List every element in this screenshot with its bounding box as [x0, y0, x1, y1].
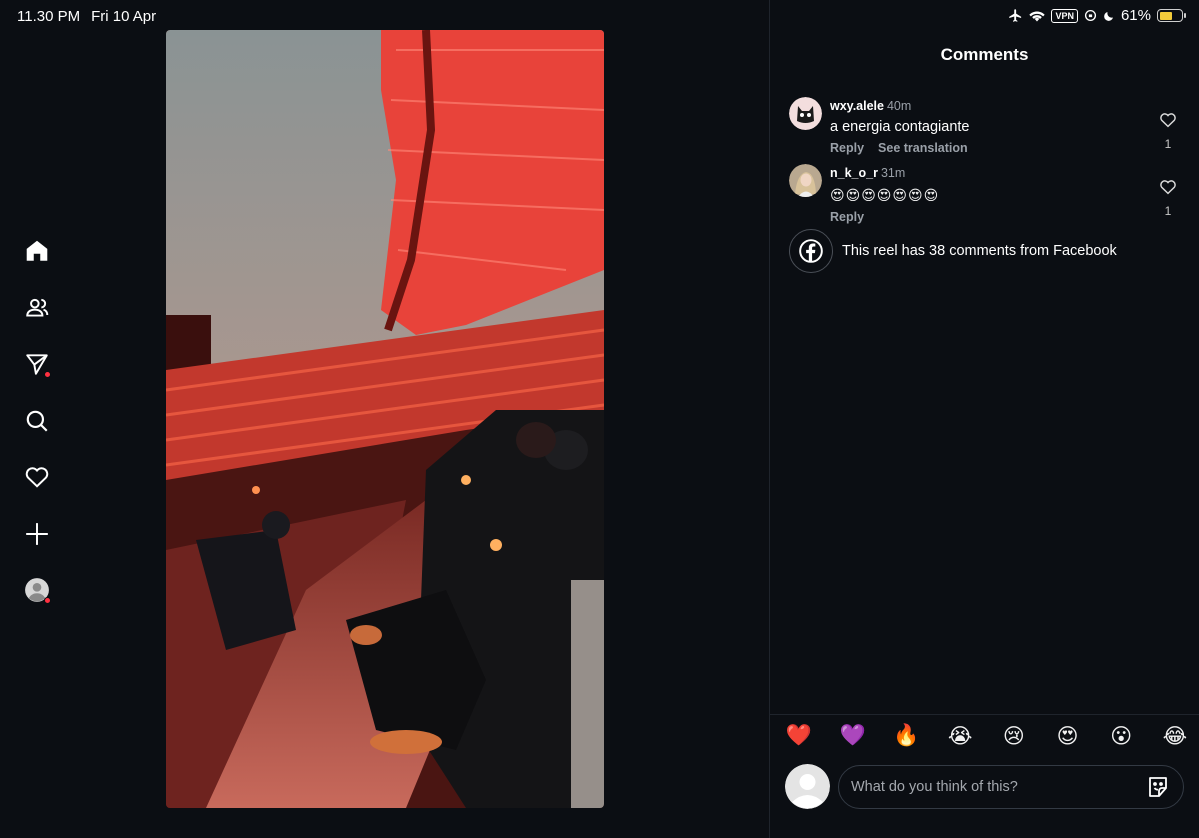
- comment-body: wxy.alele 40m a energia contagiante Reply…: [830, 97, 969, 155]
- avatar[interactable]: [789, 164, 822, 197]
- comment-item: wxy.alele 40m a energia contagiante Reply…: [789, 97, 1189, 157]
- comment-like[interactable]: 1: [1157, 178, 1179, 218]
- reply-button[interactable]: Reply: [830, 141, 864, 155]
- comment-username[interactable]: wxy.alele: [830, 99, 884, 113]
- nav-home[interactable]: [20, 234, 54, 268]
- plus-icon: [26, 522, 48, 545]
- reaction-purple-heart[interactable]: 💜: [839, 724, 867, 749]
- reaction-crying[interactable]: 😢: [1000, 724, 1028, 749]
- nav-activity[interactable]: [20, 460, 54, 494]
- heart-icon: [1160, 113, 1176, 128]
- heart-icon: [25, 467, 49, 488]
- comment-like[interactable]: 1: [1157, 111, 1179, 151]
- stadium-concert-image: [166, 30, 604, 808]
- reaction-fire[interactable]: 🔥: [892, 724, 920, 749]
- comment-item: n_k_o_r 31m 😍😍😍😍😍😍😍 Reply 1: [789, 164, 1189, 224]
- people-icon: [26, 298, 49, 317]
- facebook-comments-row[interactable]: This reel has 38 comments from Facebook: [789, 229, 1117, 273]
- reaction-surprised[interactable]: 😮: [1107, 724, 1135, 749]
- comment-body: n_k_o_r 31m 😍😍😍😍😍😍😍 Reply: [830, 164, 939, 224]
- sidebar-nav: [20, 234, 54, 630]
- battery-percent: 61%: [1120, 7, 1151, 24]
- vpn-badge: VPN: [1051, 8, 1078, 23]
- comment-actions: Reply See translation: [830, 141, 969, 155]
- comment-time: 31m: [880, 166, 906, 180]
- reaction-red-heart[interactable]: ❤️: [785, 724, 813, 749]
- reply-button[interactable]: Reply: [830, 210, 864, 224]
- facebook-icon-circle: [789, 229, 833, 273]
- comment-username[interactable]: n_k_o_r: [830, 166, 878, 180]
- comment-input[interactable]: [838, 765, 1184, 809]
- profile-notification-dot: [44, 597, 51, 604]
- status-time: 11.30 PM: [17, 8, 81, 25]
- facebook-comments-text: This reel has 38 comments from Facebook: [842, 243, 1117, 259]
- nav-messages[interactable]: [20, 347, 54, 381]
- comment-text: a energia contagiante: [830, 119, 970, 135]
- reel-video[interactable]: [166, 30, 604, 808]
- like-count: 1: [1164, 137, 1172, 151]
- search-icon: [26, 410, 48, 432]
- quick-reactions: ❤️ 💜 🔥 😭 😢 😍 😮 😂: [785, 724, 1189, 749]
- battery-icon: [1157, 9, 1186, 22]
- moon-icon: [1104, 11, 1113, 21]
- comments-title: Comments: [940, 45, 1029, 64]
- like-count: 1: [1164, 204, 1172, 218]
- airplane-icon: [1009, 9, 1022, 22]
- panel-divider: [769, 0, 770, 838]
- home-icon: [26, 240, 48, 261]
- nav-create[interactable]: [20, 517, 54, 551]
- status-date: Fri 10 Apr: [91, 8, 157, 25]
- comment-text: 😍😍😍😍😍😍😍: [830, 187, 940, 203]
- reaction-loudly-crying[interactable]: 😭: [946, 724, 974, 749]
- battery-level: [1159, 11, 1173, 20]
- my-avatar: [785, 764, 830, 809]
- sticker-icon: [1149, 777, 1167, 797]
- reaction-laughing[interactable]: 😂: [1161, 724, 1189, 749]
- status-bar-right: VPN 61%: [1008, 7, 1186, 24]
- status-bar-left: 11.30 PM Fri 10 Apr: [17, 8, 156, 25]
- nav-profile[interactable]: [20, 573, 54, 607]
- see-translation-button[interactable]: See translation: [878, 141, 968, 155]
- avatar[interactable]: [789, 97, 822, 130]
- heart-icon: [1160, 180, 1176, 195]
- comment-actions: Reply: [830, 210, 939, 224]
- nav-search[interactable]: [20, 404, 54, 438]
- facebook-icon: [799, 239, 823, 263]
- nav-people[interactable]: [20, 291, 54, 325]
- messages-notification-dot: [44, 371, 51, 378]
- sticker-button[interactable]: [1146, 775, 1170, 799]
- composer-divider: [770, 714, 1199, 715]
- wifi-icon: [1029, 11, 1046, 22]
- comment-time: 40m: [886, 99, 912, 113]
- reaction-heart-eyes[interactable]: 😍: [1054, 724, 1082, 749]
- orientation-lock-icon: [1084, 9, 1097, 22]
